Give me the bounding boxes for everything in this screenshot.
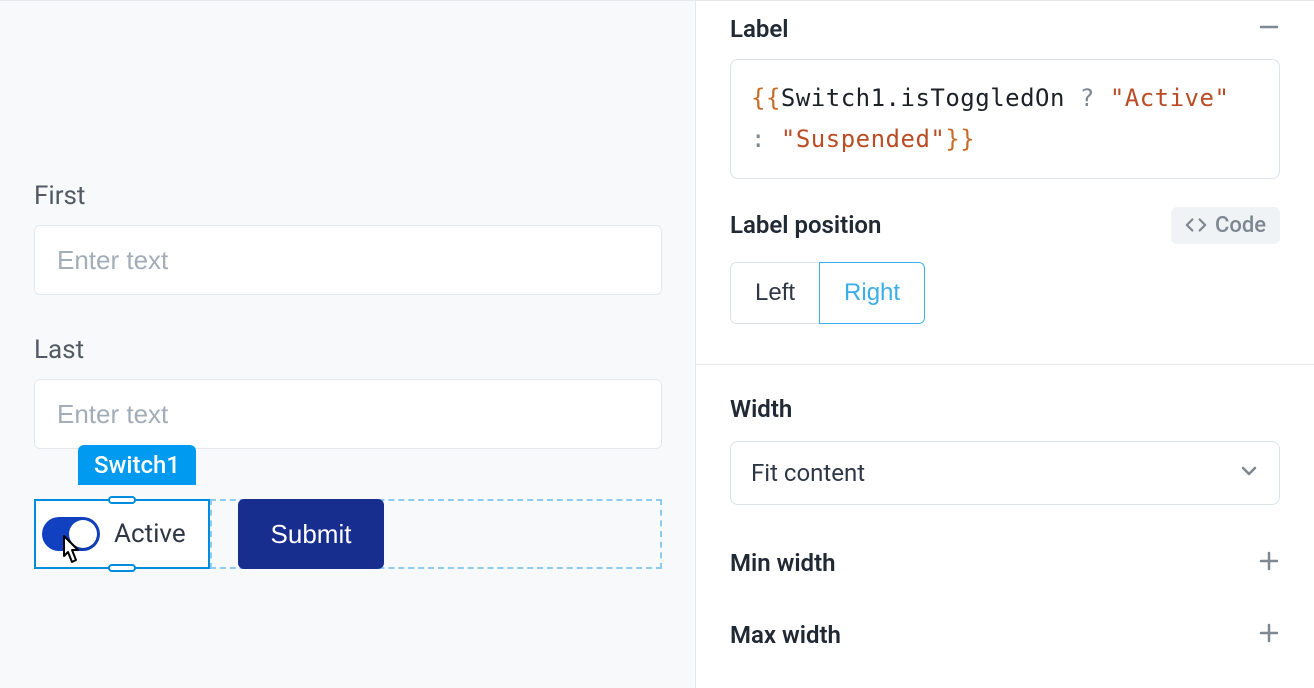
last-name-input[interactable] (34, 379, 662, 449)
properties-panel: Label {{Switch1.isToggledOn ? "Active" :… (695, 1, 1314, 688)
code-true: "Active" (1110, 84, 1230, 112)
width-select[interactable]: Fit content (730, 441, 1280, 505)
switch-knob (69, 520, 97, 548)
code-toggle-chip[interactable]: Code (1171, 207, 1280, 244)
resize-handle-top[interactable] (108, 496, 136, 504)
switch-label: Active (114, 519, 186, 549)
switch-toggle[interactable] (42, 517, 100, 551)
last-name-label: Last (34, 335, 662, 365)
label-position-segmented: Left Right (730, 262, 925, 324)
max-width-row: Max width (730, 621, 1280, 649)
code-ident: Switch1.isToggledOn (781, 84, 1065, 112)
form-block: First Last (34, 181, 662, 449)
code-chip-label: Code (1215, 213, 1266, 238)
add-max-width-icon[interactable] (1258, 621, 1280, 649)
width-value: Fit content (751, 459, 865, 487)
code-close: }} (945, 125, 975, 153)
collapse-icon[interactable] (1258, 15, 1280, 43)
code-q: ? (1065, 84, 1110, 112)
first-name-label: First (34, 181, 662, 211)
switch-row: Switch1 Active Submit (34, 499, 662, 569)
segment-right[interactable]: Right (819, 262, 925, 324)
submit-button[interactable]: Submit (238, 499, 384, 569)
section-divider (696, 364, 1314, 365)
label-expression-input[interactable]: {{Switch1.isToggledOn ? "Active" : "Susp… (730, 59, 1280, 179)
label-section-title: Label (730, 15, 789, 43)
min-width-title: Min width (730, 549, 836, 577)
form-canvas: First Last Switch1 Active Submit (0, 1, 695, 688)
min-width-row: Min width (730, 549, 1280, 577)
resize-handle-bottom[interactable] (108, 564, 136, 572)
width-title: Width (730, 395, 792, 423)
label-section-header: Label (730, 15, 1280, 43)
add-min-width-icon[interactable] (1258, 549, 1280, 577)
max-width-title: Max width (730, 621, 841, 649)
code-icon (1185, 214, 1207, 236)
segment-left[interactable]: Left (730, 262, 820, 324)
chevron-down-icon (1239, 459, 1259, 487)
width-row: Width (730, 395, 1280, 423)
switch-selection[interactable]: Switch1 Active (34, 499, 210, 569)
code-false: "Suspended" (781, 125, 945, 153)
selection-badge: Switch1 (78, 445, 196, 485)
label-position-row: Label position Code (730, 207, 1280, 244)
first-name-input[interactable] (34, 225, 662, 295)
code-open: {{ (751, 84, 781, 112)
label-position-title: Label position (730, 211, 881, 239)
